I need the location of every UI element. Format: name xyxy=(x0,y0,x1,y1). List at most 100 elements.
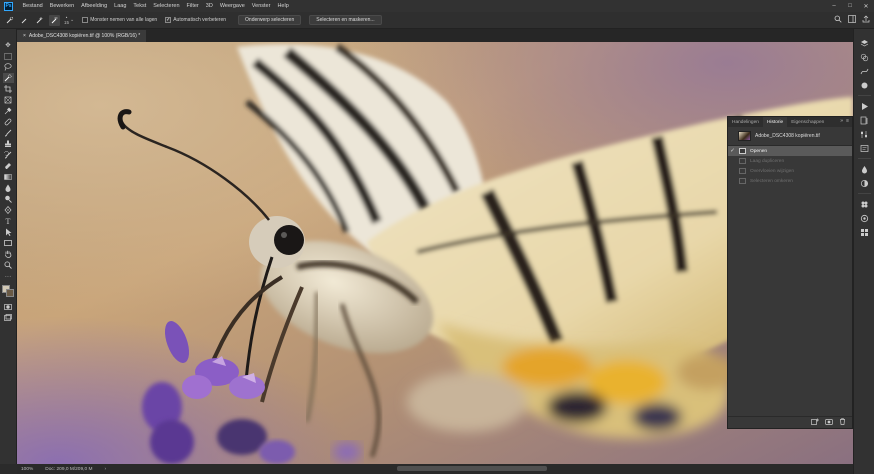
clone-stamp-tool-icon[interactable] xyxy=(3,139,14,149)
window-controls: – □ ✕ xyxy=(826,0,874,12)
properties-icon[interactable] xyxy=(858,142,871,154)
menu-help[interactable]: Help xyxy=(274,3,292,9)
history-brush-tool-icon[interactable] xyxy=(3,150,14,160)
color-icon[interactable] xyxy=(858,163,871,175)
hand-tool-icon[interactable] xyxy=(3,249,14,259)
history-snapshot[interactable]: Adobe_DSC4308 kopiëren.tif xyxy=(728,127,852,146)
status-arrow-icon[interactable]: › xyxy=(104,467,106,472)
menu-selecteren[interactable]: Selecteren xyxy=(150,3,183,9)
history-state-blend-change[interactable]: Overvloeien wijzigen xyxy=(728,166,852,176)
collapse-panel-icon[interactable]: » xyxy=(840,118,843,124)
auto-enhance-checkbox[interactable]: ✓ Automatisch verbeteren xyxy=(165,17,226,23)
trash-icon[interactable] xyxy=(839,418,846,427)
screen-mode-icon[interactable] xyxy=(3,313,14,323)
dodge-tool-icon[interactable] xyxy=(3,194,14,204)
document-tab[interactable]: × Adobe_DSC4308 kopiëren.tif @ 100% (RGB… xyxy=(17,30,147,42)
panel-menu-icon[interactable]: ≡ xyxy=(846,118,849,124)
add-to-selection-icon[interactable] xyxy=(34,15,45,26)
eraser-tool-icon[interactable] xyxy=(3,161,14,171)
zoom-tool-icon[interactable] xyxy=(3,260,14,270)
photoshop-logo: Ps xyxy=(4,1,13,11)
3d-icon[interactable] xyxy=(858,79,871,91)
color-swatches[interactable] xyxy=(1,285,15,298)
swatches-panel-icon[interactable] xyxy=(858,177,871,189)
tools-panel: ✥ T ··· xyxy=(0,29,17,464)
close-window-button[interactable]: ✕ xyxy=(858,0,874,12)
document-tab-title: Adobe_DSC4308 kopiëren.tif @ 100% (RGB/1… xyxy=(28,33,141,39)
workspace-icon[interactable] xyxy=(848,15,856,25)
quick-mask-icon[interactable] xyxy=(3,302,14,312)
channels-icon[interactable] xyxy=(858,51,871,63)
new-selection-icon[interactable] xyxy=(19,15,30,26)
select-and-mask-button[interactable]: Selecteren en maskeren... xyxy=(309,15,382,25)
menu-bewerken[interactable]: Bewerken xyxy=(46,3,77,9)
history-state-icon xyxy=(739,168,746,174)
menu-venster[interactable]: Venster xyxy=(248,3,274,9)
adjustments-icon[interactable] xyxy=(858,128,871,140)
rectangle-tool-icon[interactable] xyxy=(3,238,14,248)
background-color-swatch[interactable] xyxy=(5,289,14,297)
path-selection-tool-icon[interactable] xyxy=(3,227,14,237)
type-tool-icon[interactable]: T xyxy=(3,216,14,226)
history-icon[interactable] xyxy=(858,114,871,126)
share-icon[interactable] xyxy=(862,15,870,25)
history-panel-tabs: Handelingen Historie Eigenschappen » ≡ xyxy=(728,117,852,127)
close-tab-icon[interactable]: × xyxy=(23,33,26,39)
learn-icon[interactable] xyxy=(858,212,871,224)
gradient-tool-icon[interactable] xyxy=(3,172,14,182)
search-icon[interactable] xyxy=(834,15,842,25)
menu-weergave[interactable]: Weergave xyxy=(216,3,248,9)
horizontal-scrollbar[interactable] xyxy=(397,466,547,471)
libraries-icon[interactable] xyxy=(858,198,871,210)
menu-filter[interactable]: Filter xyxy=(183,3,202,9)
minimize-button[interactable]: – xyxy=(826,0,842,12)
zoom-level[interactable]: 100% xyxy=(21,467,33,472)
history-state-duplicate-layer[interactable]: Laag dupliceren xyxy=(728,156,852,166)
paths-icon[interactable] xyxy=(858,65,871,77)
history-state-invert-selection[interactable]: Selecteren omkeren xyxy=(728,176,852,186)
menu-bestand[interactable]: Bestand xyxy=(19,3,46,9)
history-panel-footer xyxy=(728,416,852,428)
camera-snapshot-icon[interactable] xyxy=(825,418,833,427)
menu-afbeelding[interactable]: Afbeelding xyxy=(78,3,111,9)
history-state-icon xyxy=(739,178,746,184)
maximize-button[interactable]: □ xyxy=(842,0,858,12)
blur-tool-icon[interactable] xyxy=(3,183,14,193)
sample-all-layers-label: Monster nemen van alle lagen xyxy=(90,17,158,23)
actions-play-icon[interactable] xyxy=(858,100,871,112)
sample-all-layers-checkbox[interactable]: Monster nemen van alle lagen xyxy=(82,17,157,23)
menu-laag[interactable]: Laag xyxy=(111,3,130,9)
brush-tool-icon[interactable] xyxy=(3,128,14,138)
tab-properties[interactable]: Eigenschappen xyxy=(787,117,828,127)
menu-3d[interactable]: 3D xyxy=(202,3,216,9)
history-brush-source-icon[interactable]: ✓ xyxy=(728,148,737,154)
select-subject-button[interactable]: Onderwerp selecteren xyxy=(238,15,302,25)
more-tools-icon[interactable]: ··· xyxy=(3,271,14,281)
eyedropper-tool-icon[interactable] xyxy=(3,106,14,116)
tab-actions[interactable]: Handelingen xyxy=(728,117,763,127)
healing-brush-tool-icon[interactable] xyxy=(3,117,14,127)
brush-size-picker[interactable]: • 15 ⌄ xyxy=(64,15,74,25)
crop-tool-icon[interactable] xyxy=(3,84,14,94)
marquee-tool-icon[interactable] xyxy=(3,51,14,61)
snapshot-label: Adobe_DSC4308 kopiëren.tif xyxy=(755,133,820,139)
layers-icon[interactable] xyxy=(858,37,871,49)
history-state-label: Laag dupliceren xyxy=(750,158,785,164)
history-state-open[interactable]: ✓ Openen xyxy=(728,146,852,156)
brush-size-value: 15 xyxy=(64,20,70,25)
subtract-from-selection-icon[interactable] xyxy=(49,14,60,26)
frame-tool-icon[interactable] xyxy=(3,95,14,105)
status-bar: 100% Doc: 209,0 M/209,0 M › xyxy=(17,464,853,474)
move-tool-icon[interactable]: ✥ xyxy=(3,40,14,50)
dock-divider xyxy=(857,193,871,194)
brush-settings-icon[interactable] xyxy=(858,226,871,238)
pen-tool-icon[interactable] xyxy=(3,205,14,215)
document-size-info[interactable]: Doc: 209,0 M/209,0 M xyxy=(45,467,92,472)
menu-tekst[interactable]: Tekst xyxy=(130,3,150,9)
new-document-from-state-icon[interactable] xyxy=(811,418,819,427)
checkbox-checked-icon: ✓ xyxy=(165,17,172,23)
quick-selection-tool-icon[interactable] xyxy=(2,73,14,83)
lasso-tool-icon[interactable] xyxy=(3,62,14,72)
tab-history[interactable]: Historie xyxy=(762,117,788,127)
quick-selection-preset-icon[interactable] xyxy=(4,15,15,26)
